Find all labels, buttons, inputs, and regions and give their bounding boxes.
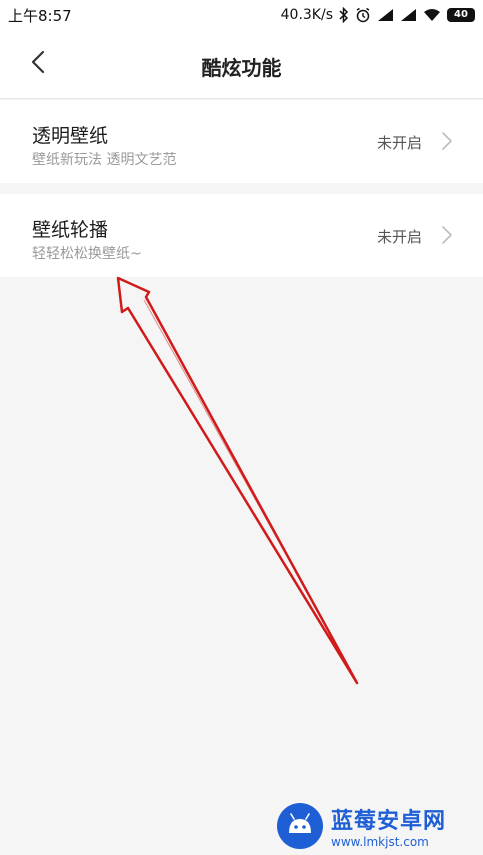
status-time: 上午8:57 bbox=[8, 7, 72, 25]
bluetooth-icon bbox=[339, 7, 349, 23]
network-speed: 40.3K/s bbox=[280, 7, 333, 23]
chevron-right-icon bbox=[441, 225, 453, 245]
setting-subtitle: 轻轻松松换壁纸~ bbox=[32, 246, 142, 262]
wifi-icon bbox=[423, 8, 441, 22]
status-bar: 上午8:57 40.3K/s 40 bbox=[0, 0, 483, 30]
watermark-name: 蓝莓安卓网 bbox=[331, 809, 447, 834]
header: 酷炫功能 bbox=[0, 30, 483, 99]
page-title: 酷炫功能 bbox=[201, 56, 282, 80]
battery-icon: 40 bbox=[447, 8, 475, 22]
setting-title: 透明壁纸 bbox=[32, 125, 109, 147]
watermark-text: 蓝莓安卓网 www.lmkjst.com bbox=[331, 803, 446, 849]
watermark-logo-icon bbox=[277, 803, 323, 849]
alarm-icon bbox=[355, 7, 371, 23]
status-icons: 40.3K/s 40 bbox=[281, 5, 475, 25]
setting-transparent-wallpaper[interactable]: 透明壁纸 壁纸新玩法 透明文艺范 未开启 bbox=[0, 100, 483, 183]
setting-wallpaper-carousel[interactable]: 壁纸轮播 轻轻松松换壁纸~ 未开启 bbox=[0, 194, 483, 277]
signal-icon-2 bbox=[400, 8, 417, 22]
signal-icon-1 bbox=[377, 8, 394, 22]
watermark: 蓝莓安卓网 www.lmkjst.com bbox=[277, 800, 477, 852]
setting-subtitle: 壁纸新玩法 透明文艺范 bbox=[32, 152, 177, 168]
watermark-url: www.lmkjst.com bbox=[331, 835, 429, 849]
setting-status: 未开启 bbox=[376, 134, 422, 152]
setting-status: 未开启 bbox=[376, 228, 422, 246]
setting-title: 壁纸轮播 bbox=[32, 219, 109, 241]
chevron-right-icon bbox=[441, 131, 453, 151]
